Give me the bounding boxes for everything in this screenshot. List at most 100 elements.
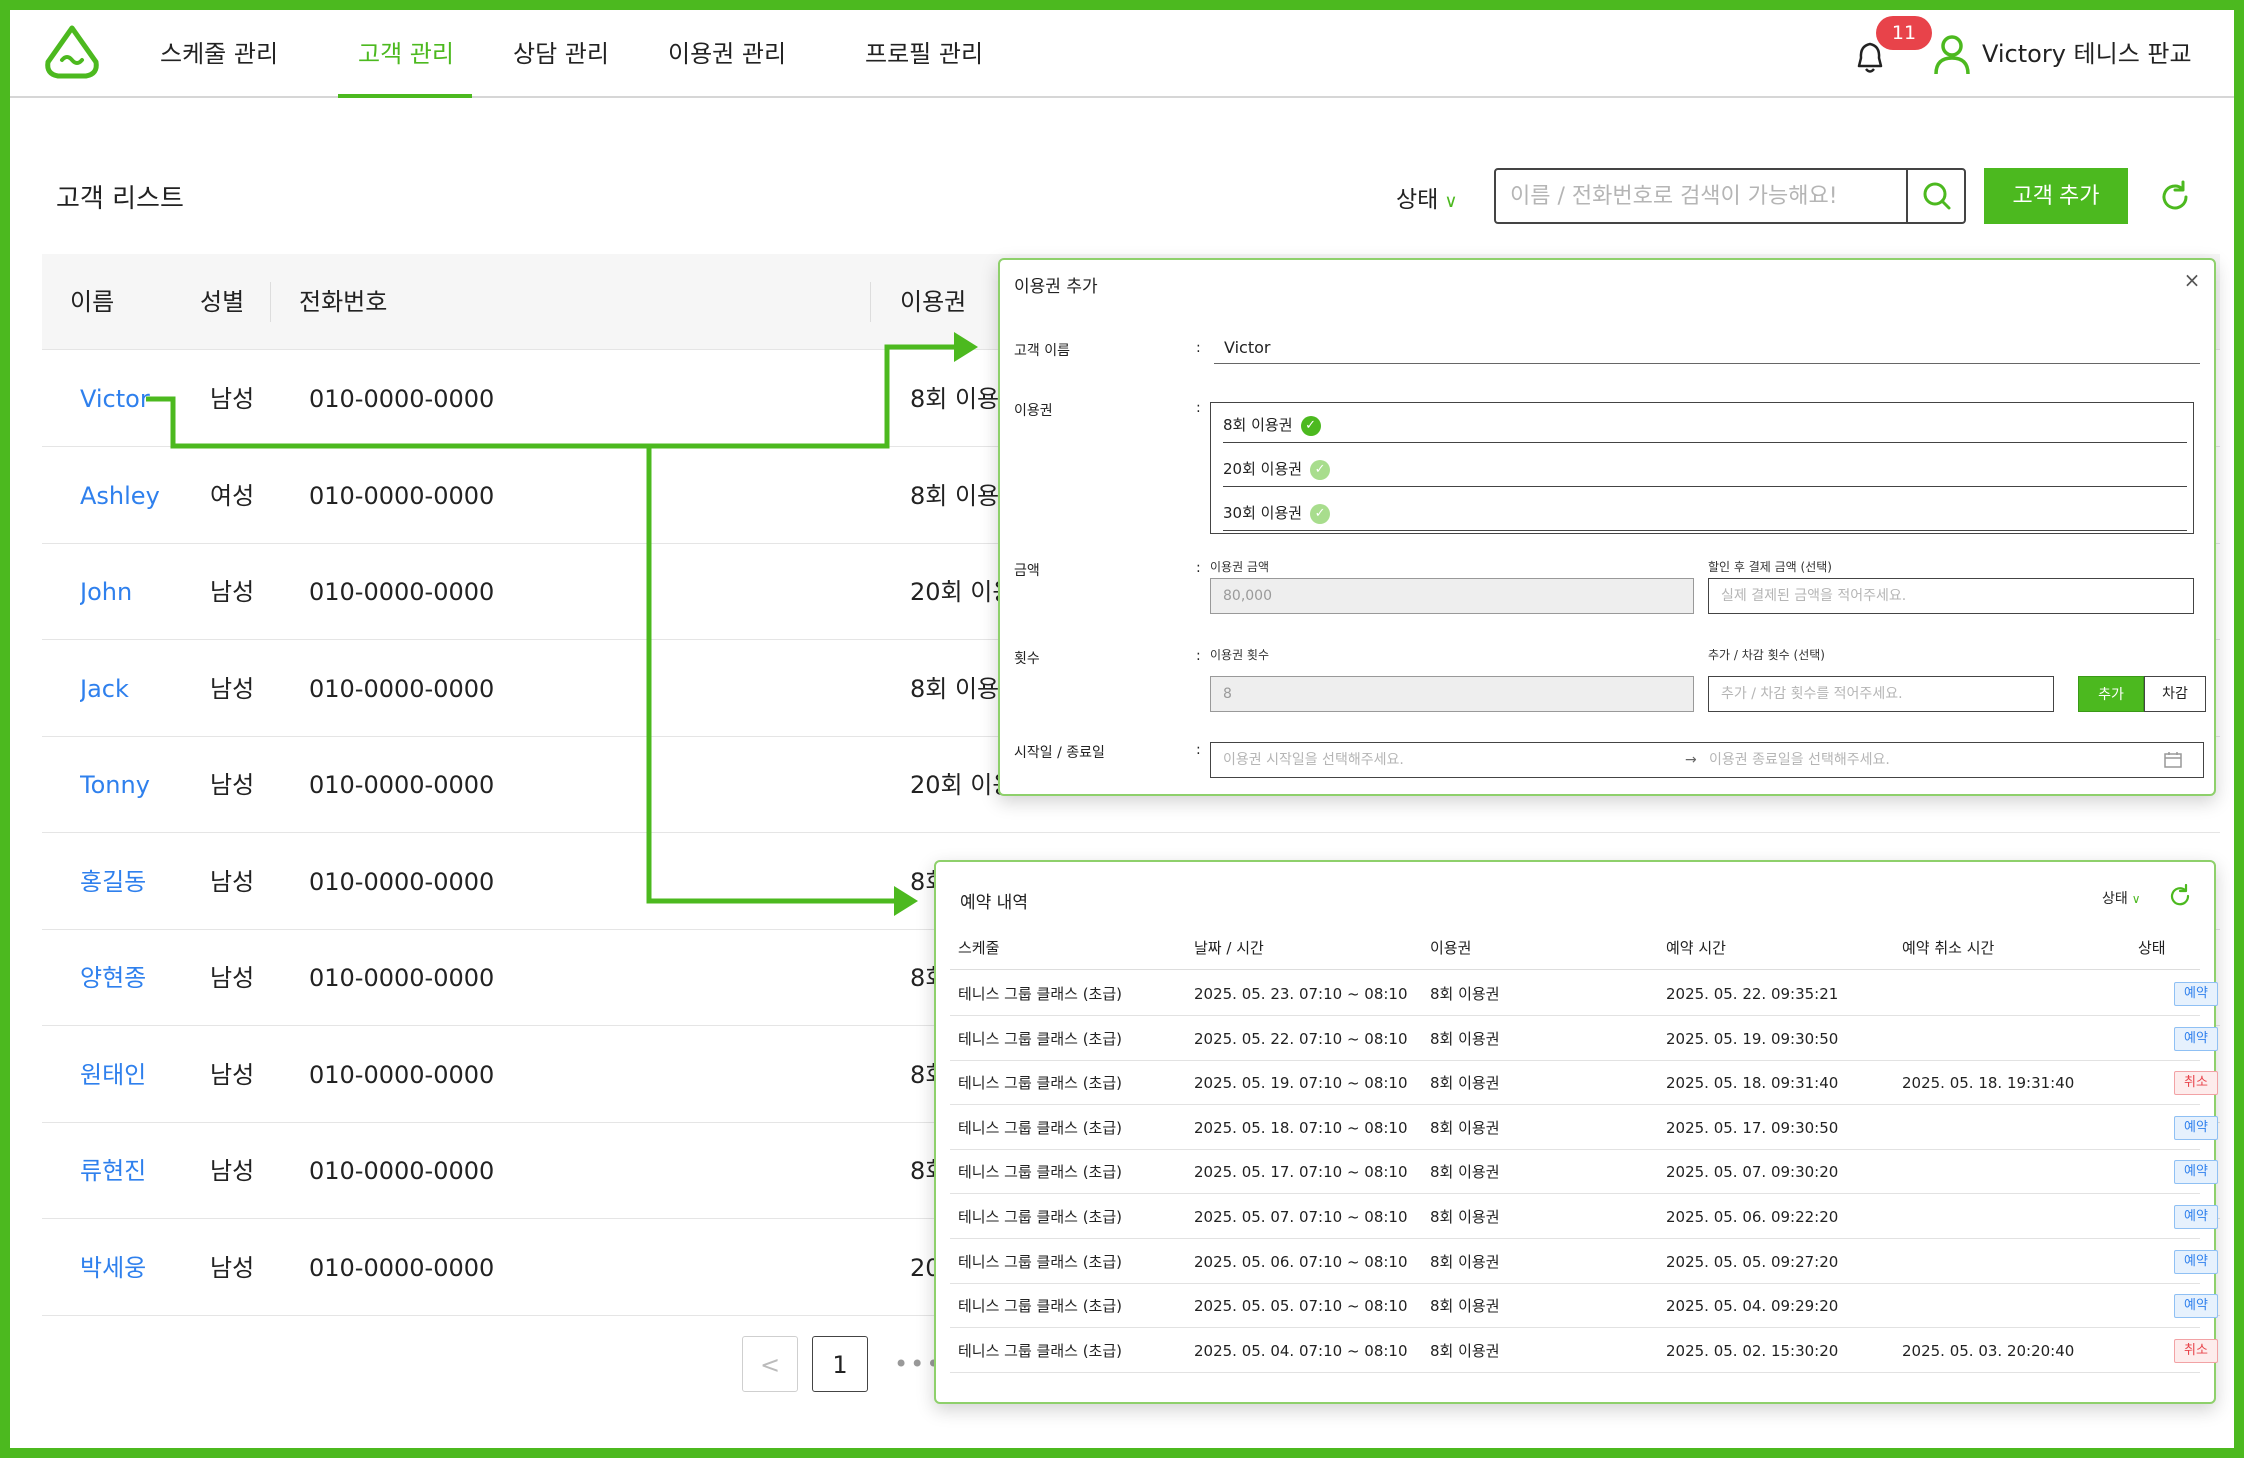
- reservation-schedule: 테니스 그룹 클래스 (초급): [958, 1163, 1123, 1182]
- ticket-count-label: 이용권 횟수: [1210, 648, 1270, 662]
- reservation-datetime: 2025. 05. 23. 07:10 ~ 08:10: [1194, 985, 1408, 1003]
- adjust-count-label: 추가 / 차감 횟수 (선택): [1708, 648, 1825, 662]
- reservation-datetime: 2025. 05. 18. 07:10 ~ 08:10: [1194, 1118, 1408, 1137]
- reservation-cancel-time: 2025. 05. 03. 20:20:40: [1902, 1341, 2075, 1360]
- customer-gender: 남성: [210, 867, 255, 896]
- reservation-schedule: 테니스 그룹 클래스 (초급): [958, 1118, 1123, 1137]
- check-icon: ✓: [1300, 415, 1321, 436]
- reservation-panel: 예약 내역 상태 ∨ 스케줄 날짜 / 시간 이용권 예약 시간 예약 취소 시간…: [934, 860, 2218, 1404]
- colon: :: [1196, 340, 1201, 356]
- reservation-time: 2025. 05. 18. 09:31:40: [1666, 1074, 1839, 1093]
- customer-phone: 010-0000-0000: [309, 481, 495, 510]
- customer-phone: 010-0000-0000: [309, 771, 495, 799]
- col-datetime: 날짜 / 시간: [1194, 939, 1264, 957]
- ticket-label: 이용권: [1014, 403, 1053, 419]
- customer-name-link[interactable]: 원태인: [80, 1027, 146, 1123]
- customer-phone: 010-0000-0000: [309, 1060, 495, 1089]
- reservation-time: 2025. 05. 06. 09:22:20: [1666, 1208, 1839, 1226]
- reservation-title: 예약 내역: [960, 893, 1028, 913]
- ticket-add-modal: 이용권 추가 × 고객 이름 : Victor 이용권 : 8회 이용권 ✓ 20…: [998, 258, 2216, 796]
- user-icon[interactable]: [1932, 34, 1972, 76]
- ticket-option[interactable]: 8회 이용권 ✓: [1223, 403, 2187, 447]
- customer-phone: 010-0000-0000: [309, 867, 495, 896]
- reservation-schedule: 테니스 그룹 클래스 (초급): [958, 985, 1123, 1003]
- customer-name-link[interactable]: John: [80, 544, 132, 640]
- reservation-datetime: 2025. 05. 06. 07:10 ~ 08:10: [1194, 1252, 1408, 1271]
- period-label: 시작일 / 종료일: [1014, 745, 1105, 761]
- notification-badge: 11: [1876, 16, 1932, 50]
- status-filter[interactable]: 상태 ∨: [1396, 180, 1458, 214]
- table-row: 테니스 그룹 클래스 (초급) 2025. 05. 19. 07:10 ~ 08:…: [950, 1061, 2218, 1106]
- reservation-status-filter[interactable]: 상태 ∨: [2102, 888, 2141, 908]
- search-button[interactable]: [1906, 170, 1964, 222]
- table-row: 테니스 그룹 클래스 (초급) 2025. 05. 18. 07:10 ~ 08:…: [950, 1106, 2218, 1150]
- customer-name-link[interactable]: Tonny: [80, 737, 150, 833]
- ticket-amount-field: 80,000: [1210, 578, 1694, 614]
- nav-consult[interactable]: 상담 관리: [513, 10, 609, 98]
- reservation-datetime: 2025. 05. 17. 07:10 ~ 08:10: [1194, 1163, 1408, 1182]
- adjust-count-placeholder: 추가 / 차감 횟수를 적어주세요.: [1721, 686, 1903, 702]
- refresh-icon[interactable]: [2168, 884, 2192, 908]
- count-label: 횟수: [1014, 651, 1040, 667]
- refresh-icon[interactable]: [2158, 180, 2192, 214]
- check-icon: ✓: [1310, 459, 1331, 480]
- close-icon[interactable]: ×: [2180, 268, 2204, 292]
- discount-amount-field[interactable]: 실제 결제된 금액을 적어주세요.: [1708, 578, 2194, 614]
- customer-gender: 남성: [210, 1253, 255, 1282]
- reservation-time: 2025. 05. 05. 09:27:20: [1666, 1252, 1839, 1271]
- reservation-ticket: 8회 이용권: [1430, 1118, 1500, 1137]
- nav-schedule[interactable]: 스케줄 관리: [160, 10, 278, 98]
- nav-profile[interactable]: 프로필 관리: [865, 10, 983, 98]
- customer-name-link[interactable]: 박세웅: [80, 1220, 146, 1316]
- customer-name-link[interactable]: 홍길동: [80, 834, 146, 930]
- table-row: 테니스 그룹 클래스 (초급) 2025. 05. 07. 07:10 ~ 08:…: [950, 1195, 2218, 1239]
- reservation-schedule: 테니스 그룹 클래스 (초급): [958, 1029, 1123, 1048]
- check-icon: ✓: [1310, 503, 1331, 524]
- subtract-count-toggle[interactable]: 차감: [2144, 676, 2206, 712]
- ticket-option[interactable]: 20회 이용권 ✓: [1223, 447, 2187, 491]
- pagination-page-1[interactable]: 1: [812, 1336, 868, 1392]
- reservation-ticket: 8회 이용권: [1430, 1074, 1500, 1093]
- divider: [1223, 486, 2187, 487]
- date-range-picker[interactable]: 이용권 시작일을 선택해주세요. → 이용권 종료일을 선택해주세요.: [1210, 742, 2204, 778]
- user-name[interactable]: Victory 테니스 판교: [1982, 10, 2192, 98]
- adjust-count-field[interactable]: 추가 / 차감 횟수를 적어주세요.: [1708, 676, 2054, 712]
- status-badge: 취소: [2174, 1338, 2218, 1363]
- table-row: 테니스 그룹 클래스 (초급) 2025. 05. 22. 07:10 ~ 08:…: [950, 1017, 2218, 1061]
- logo-icon[interactable]: [40, 22, 104, 86]
- status-badge: 예약: [2174, 982, 2218, 1006]
- status-badge: 예약: [2174, 1294, 2218, 1319]
- reservation-time: 2025. 05. 19. 09:30:50: [1666, 1029, 1839, 1048]
- customer-phone: 010-0000-0000: [309, 1157, 495, 1185]
- reservation-datetime: 2025. 05. 05. 07:10 ~ 08:10: [1194, 1297, 1408, 1316]
- nav-customers[interactable]: 고객 관리: [358, 10, 454, 98]
- nav-tickets[interactable]: 이용권 관리: [668, 10, 786, 98]
- customer-gender: 남성: [210, 771, 255, 799]
- customer-phone: 010-0000-0000: [309, 674, 495, 703]
- search-input[interactable]: [1510, 170, 1910, 222]
- customer-name-link[interactable]: Ashley: [80, 448, 160, 544]
- pagination-prev-button[interactable]: <: [742, 1336, 798, 1392]
- col-divider: [870, 282, 871, 322]
- status-badge: 예약: [2174, 1115, 2218, 1140]
- customer-name-label: 고객 이름: [1014, 343, 1070, 359]
- customer-name-link[interactable]: 양현종: [80, 930, 146, 1026]
- customer-phone: 010-0000-0000: [309, 1253, 495, 1282]
- page-title: 고객 리스트: [56, 184, 184, 214]
- amount-label: 금액: [1014, 563, 1040, 579]
- ticket-option[interactable]: 30회 이용권 ✓: [1223, 491, 2187, 535]
- add-count-toggle[interactable]: 추가: [2078, 676, 2144, 712]
- add-customer-button[interactable]: 고객 추가: [1984, 168, 2128, 224]
- customer-name-link[interactable]: Victor: [80, 351, 150, 447]
- ticket-count-field: 8: [1210, 676, 1694, 712]
- customer-gender: 남성: [210, 578, 255, 606]
- customer-phone: 010-0000-0000: [309, 385, 495, 413]
- col-reserved-at: 예약 시간: [1666, 939, 1726, 957]
- customer-gender: 여성: [210, 481, 255, 510]
- customer-name-field[interactable]: Victor: [1214, 332, 2200, 364]
- customer-name-link[interactable]: 류현진: [80, 1123, 146, 1219]
- discount-amount-label: 할인 후 결제 금액 (선택): [1708, 560, 1832, 574]
- reservation-time: 2025. 05. 22. 09:35:21: [1666, 985, 1839, 1003]
- customer-name-link[interactable]: Jack: [80, 641, 129, 737]
- reservation-time: 2025. 05. 02. 15:30:20: [1666, 1341, 1839, 1360]
